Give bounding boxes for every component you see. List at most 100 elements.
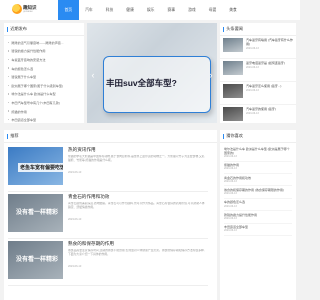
bullet-icon — [8, 75, 10, 78]
article-card[interactable]: 老鱼车宽有偏要吃饭 热的资讯作用 熊猫的学名大熊猫是中国特有动物,属于食肉目熊科… — [8, 147, 208, 192]
nav-item-sports[interactable]: 赛事 — [161, 0, 182, 20]
nav-item-health[interactable]: 健康 — [120, 0, 141, 20]
headline-item[interactable]: 汽车蓝牙怎么使用 (蓝牙...) 2023-06-13 — [220, 82, 296, 105]
headline-header: 头条要闻 — [220, 23, 296, 36]
list-item[interactable]: 锋锐的魔力提升性能作用 2023-06-13 — [224, 211, 292, 224]
article-summary: 熟食品需要注意保存时间,过期的熟食不能食用,否则会对人体健康产生危害。熟食的保存… — [68, 249, 205, 256]
list-item[interactable]: 隆隆的活气引擎音响——隆隆的声音... — [8, 38, 80, 47]
bullet-icon — [8, 50, 10, 52]
recommended-header: 推荐 — [4, 130, 217, 143]
list-item[interactable]: 埃尔法是什么车 欧洲是什么车型 (欧洲是属于哪个国家的) 2023-06-13 — [224, 145, 292, 162]
section-marker — [223, 26, 225, 32]
article-body: 青金石的作用和功效 青金石颜色美丽深蓝,质地细腻。青金石可以作为颜料,也可以作为… — [68, 194, 206, 221]
list-item[interactable]: 车载蓝牙音响的安装方法 — [8, 55, 80, 64]
list-item[interactable]: 锋锐属于什么车型 — [8, 72, 80, 81]
article-body: 熟食的和保存期的作用 熟食品需要注意保存时间,过期的熟食不能食用,否则会对人体健… — [68, 241, 206, 268]
section-marker — [7, 26, 9, 32]
list-item[interactable]: 欧洲属于哪个国家(属于什么级别车型) — [8, 81, 80, 90]
article-thumbnail: 老鱼车宽有偏要吃饭 — [8, 147, 63, 185]
list-item[interactable]: 青金石的作用和功效 2023-06-13 — [224, 174, 292, 187]
banner-card: 丰田suv全部车型? — [103, 56, 211, 113]
nav-item-games[interactable]: 游戏 — [182, 0, 203, 20]
article-date: 2023-06-13 — [68, 218, 82, 221]
bullet-icon — [8, 84, 10, 86]
list-item-date: 2023-06-13 — [224, 229, 237, 233]
article-date: 2023-06-13 — [68, 171, 82, 174]
list-item[interactable]: 熊猫的作用 — [8, 107, 80, 116]
thumbnail-caption: 没有看一样精彩 — [16, 257, 59, 263]
list-item-label: 车的颜色怎么选 — [11, 66, 34, 71]
headline-title: 头条要闻 — [226, 26, 243, 31]
site-logo[interactable]: 趣知识 QUZHISHI — [12, 4, 42, 17]
chevron-left-icon[interactable]: ‹ — [89, 71, 97, 80]
list-item-label: 欧洲属于哪个国家(属于什么级别车型) — [11, 83, 63, 88]
site-header: 趣知识 QUZHISHI 首页 汽车 科技 健康 娱乐 赛事 游戏 母婴 美食 — [0, 0, 300, 20]
list-item-date: 2023-06-13 — [224, 216, 237, 220]
list-item-date: 2023-06-13 — [224, 179, 237, 183]
recent-posts-header: 近期发布 — [4, 23, 84, 36]
list-item[interactable]: 车的颜色怎么选 — [8, 64, 80, 73]
headline-thumbnail — [223, 84, 243, 98]
headline-item-title: 汽车蓝牙的使用 (蓝牙) — [246, 107, 276, 111]
headline-thumbnail — [223, 107, 243, 121]
list-item[interactable]: 丰田霸道全部车型 — [8, 115, 80, 124]
nav-item-entertainment[interactable]: 娱乐 — [140, 0, 161, 20]
headline-item-title: 蓝牙电话蓝牙是 (如何连蓝牙) — [246, 61, 285, 65]
headline-item-date: 2023-06-13 — [246, 47, 259, 51]
banner-title: 丰田suv全部车型? — [106, 78, 177, 88]
bullet-icon — [8, 101, 10, 104]
list-item-title: 车的颜色怎么选 — [224, 200, 246, 205]
guess-you-like-list: 埃尔法是什么车 欧洲是什么车型 (欧洲是属于哪个国家的) 2023-06-13 熊… — [220, 143, 296, 238]
headline-item[interactable]: 汽车蓝牙有啥用 (汽车蓝牙有什么作用) 2023-06-13 — [220, 36, 296, 59]
logo-icon — [12, 4, 22, 14]
recent-posts-list: 隆隆的活气引擎音响——隆隆的声音... 锋锐的魔力提升性能作用 车载蓝牙音响的安… — [4, 36, 84, 126]
logo-subtext: QUZHISHI — [23, 11, 33, 13]
headline-item[interactable]: 汽车蓝牙的使用 (蓝牙) 2023-06-13 — [220, 105, 296, 127]
headline-item-title: 汽车蓝牙怎么使用 (蓝牙...) — [246, 84, 282, 88]
article-thumbnail: 没有看一样精彩 — [8, 241, 63, 279]
main-nav: 首页 汽车 科技 健康 娱乐 赛事 游戏 母婴 美食 — [58, 0, 243, 20]
article-title[interactable]: 熟食的和保存期的作用 — [68, 241, 206, 247]
article-date: 2023-06-13 — [68, 265, 82, 268]
headline-thumbnail — [223, 38, 243, 52]
headline-thumbnail — [223, 61, 243, 75]
list-item[interactable]: 丰田霸道全部车型 2023-06-13 — [224, 224, 292, 237]
article-card[interactable]: 没有看一样精彩 熟食的和保存期的作用 熟食品需要注意保存时间,过期的熟食不能食用… — [8, 241, 208, 286]
list-item-label: 熊猫的作用 — [11, 109, 27, 114]
nav-item-auto[interactable]: 汽车 — [79, 0, 100, 20]
nav-item-tech[interactable]: 科技 — [99, 0, 120, 20]
chevron-right-icon[interactable]: › — [207, 71, 215, 80]
guess-you-like-title: 猜你喜欢 — [226, 133, 243, 138]
article-card[interactable]: 没有看一样精彩 青金石的作用和功效 青金石颜色美丽深蓝,质地细腻。青金石可以作为… — [8, 194, 208, 239]
headline-item[interactable]: 蓝牙电话蓝牙是 (如何连蓝牙) 2023-06-13 — [220, 59, 296, 82]
nav-item-home[interactable]: 首页 — [58, 0, 79, 20]
list-item-label: 埃尔法是什么车 欧洲是什么车型 — [11, 92, 56, 97]
headline-item-date: 2023-06-13 — [246, 112, 259, 116]
nav-item-baby[interactable]: 母婴 — [202, 0, 223, 20]
recommended-panel: 推荐 老鱼车宽有偏要吃饭 热的资讯作用 熊猫的学名大熊猫是中国特有动物,属于食肉… — [4, 130, 217, 300]
list-item-date: 2023-06-13 — [224, 154, 237, 158]
nav-item-food[interactable]: 美食 — [223, 0, 244, 20]
thumbnail-caption: 老鱼车宽有偏要吃饭 — [18, 163, 63, 172]
list-item-date: 2023-06-13 — [224, 204, 237, 208]
bullet-icon — [8, 67, 10, 69]
list-item-title: 埃尔法是什么车 欧洲是什么车型 (欧洲是属于哪个国家的) — [224, 146, 290, 155]
headline-item-date: 2023-06-13 — [246, 89, 259, 93]
list-item[interactable]: 熊猫的作用 2023-06-13 — [224, 162, 292, 175]
section-marker — [7, 133, 9, 139]
list-item[interactable]: 埃尔法是什么车 欧洲是什么车型 — [8, 90, 80, 99]
article-body: 热的资讯作用 熊猫的学名大熊猫是中国特有动物,属于食肉目熊科,是世界上最珍贵的动… — [68, 147, 206, 174]
hero-banner[interactable]: 丰田suv全部车型? ‹ › — [87, 23, 217, 123]
thumbnail-caption: 没有看一样精彩 — [16, 210, 59, 216]
list-item[interactable]: 熟食的和保存期的作用 (熟食保存期限的作用) 2023-06-13 — [224, 186, 292, 199]
bullet-icon — [8, 41, 10, 43]
list-item[interactable]: 丰田汽车型号中有几个(丰田有几款) — [8, 98, 80, 107]
guess-you-like-header: 猜你喜欢 — [220, 130, 296, 143]
article-title[interactable]: 青金石的作用和功效 — [68, 194, 206, 200]
list-item-label: 锋锐的魔力提升性能作用 — [11, 49, 46, 54]
recommended-title: 推荐 — [10, 133, 19, 138]
list-item[interactable]: 锋锐的魔力提升性能作用 — [8, 47, 80, 56]
article-summary: 青金石颜色美丽深蓝,质地细腻。青金石可以作为颜料,也可以作为饰品。青金石有很好的… — [68, 202, 205, 209]
article-title[interactable]: 热的资讯作用 — [68, 147, 206, 153]
list-item[interactable]: 车的颜色怎么选 2023-06-13 — [224, 199, 292, 212]
